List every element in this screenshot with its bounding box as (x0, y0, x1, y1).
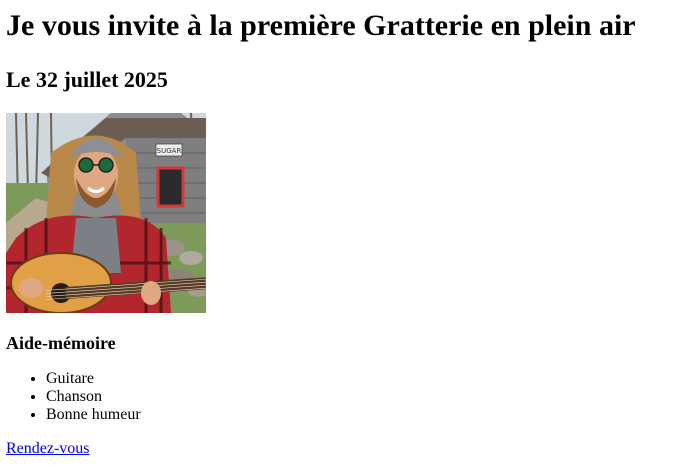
reminder-title: Aide-mémoire (6, 333, 116, 353)
list-item: Chanson (46, 388, 674, 406)
rendez-vous-link[interactable]: Rendez-vous (6, 440, 90, 458)
cabin-sign: SUGAR (157, 147, 182, 155)
event-date: Le 32 juillet 2025 (6, 67, 168, 92)
list-item: Guitare (46, 370, 674, 388)
page-title: Je vous invite à la première Gratterie e… (6, 9, 636, 42)
guitarist-photo: SUGAR (6, 113, 206, 313)
list-item: Bonne humeur (46, 406, 674, 424)
page: Je vous invite à la première Gratterie e… (0, 0, 680, 458)
reminder-list: Guitare Chanson Bonne humeur (6, 370, 674, 424)
